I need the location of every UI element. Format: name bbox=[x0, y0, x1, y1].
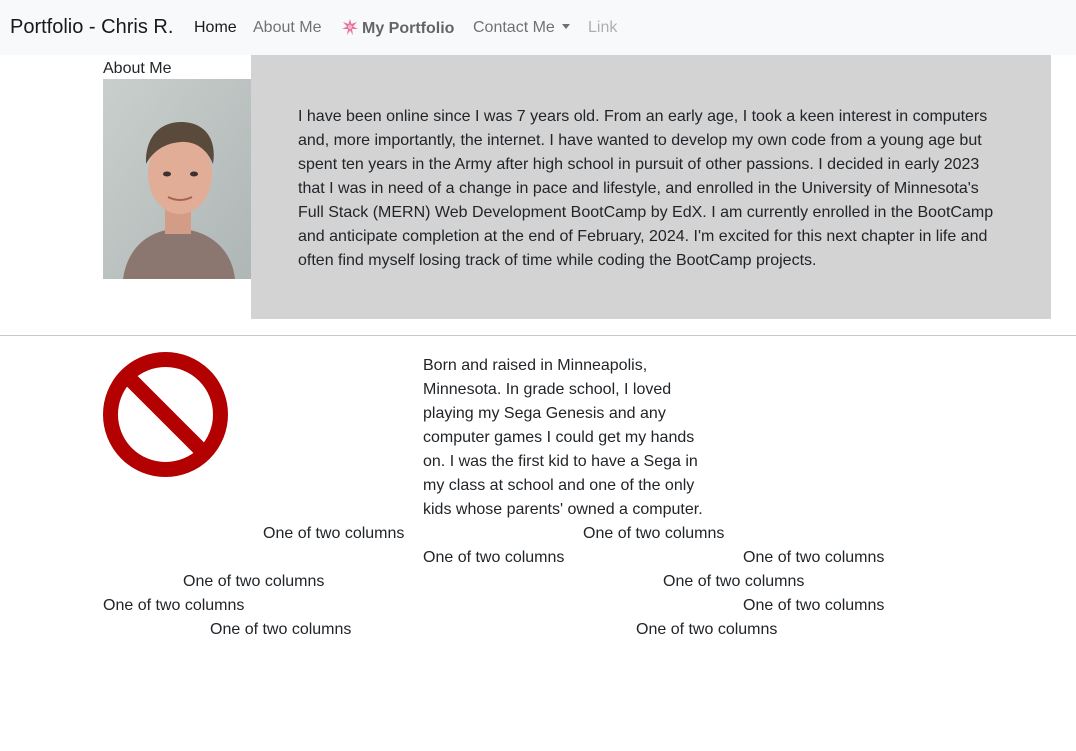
column-text: One of two columns bbox=[263, 525, 405, 542]
section-divider bbox=[0, 335, 1076, 336]
no-symbol-icon bbox=[103, 352, 228, 477]
origin-text: Born and raised in Minneapolis, Minnesot… bbox=[423, 357, 703, 518]
column-text: One of two columns bbox=[423, 549, 565, 566]
column-text: One of two columns bbox=[583, 525, 725, 542]
column-text: One of two columns bbox=[636, 621, 778, 638]
nav-link-disabled: Link bbox=[588, 19, 618, 36]
bio-box: I have been online since I was 7 years o… bbox=[251, 55, 1051, 319]
navbar-brand[interactable]: Portfolio - Chris R. bbox=[10, 16, 173, 39]
column-text: One of two columns bbox=[743, 549, 885, 566]
nav-about-me[interactable]: About Me bbox=[253, 19, 321, 37]
nav-contact-me-label: Contact Me bbox=[473, 19, 555, 36]
column-text: One of two columns bbox=[663, 573, 805, 590]
caret-down-icon bbox=[561, 24, 570, 29]
nav-my-portfolio[interactable]: My Portfolio bbox=[342, 19, 454, 38]
navbar: Portfolio - Chris R. Home About Me My Po… bbox=[0, 0, 1076, 55]
column-text: One of two columns bbox=[183, 573, 325, 590]
column-text: One of two columns bbox=[743, 597, 885, 614]
nav-contact-me-dropdown[interactable]: Contact Me bbox=[473, 19, 570, 37]
column-text: One of two columns bbox=[210, 621, 352, 638]
column-text: One of two columns bbox=[103, 597, 245, 614]
sparkle-icon bbox=[342, 19, 358, 35]
nav-my-portfolio-label: My Portfolio bbox=[362, 20, 455, 37]
bio-text: I have been online since I was 7 years o… bbox=[298, 108, 994, 269]
nav-home[interactable]: Home bbox=[194, 19, 237, 37]
about-heading: About Me bbox=[103, 60, 172, 77]
profile-photo bbox=[103, 79, 253, 279]
